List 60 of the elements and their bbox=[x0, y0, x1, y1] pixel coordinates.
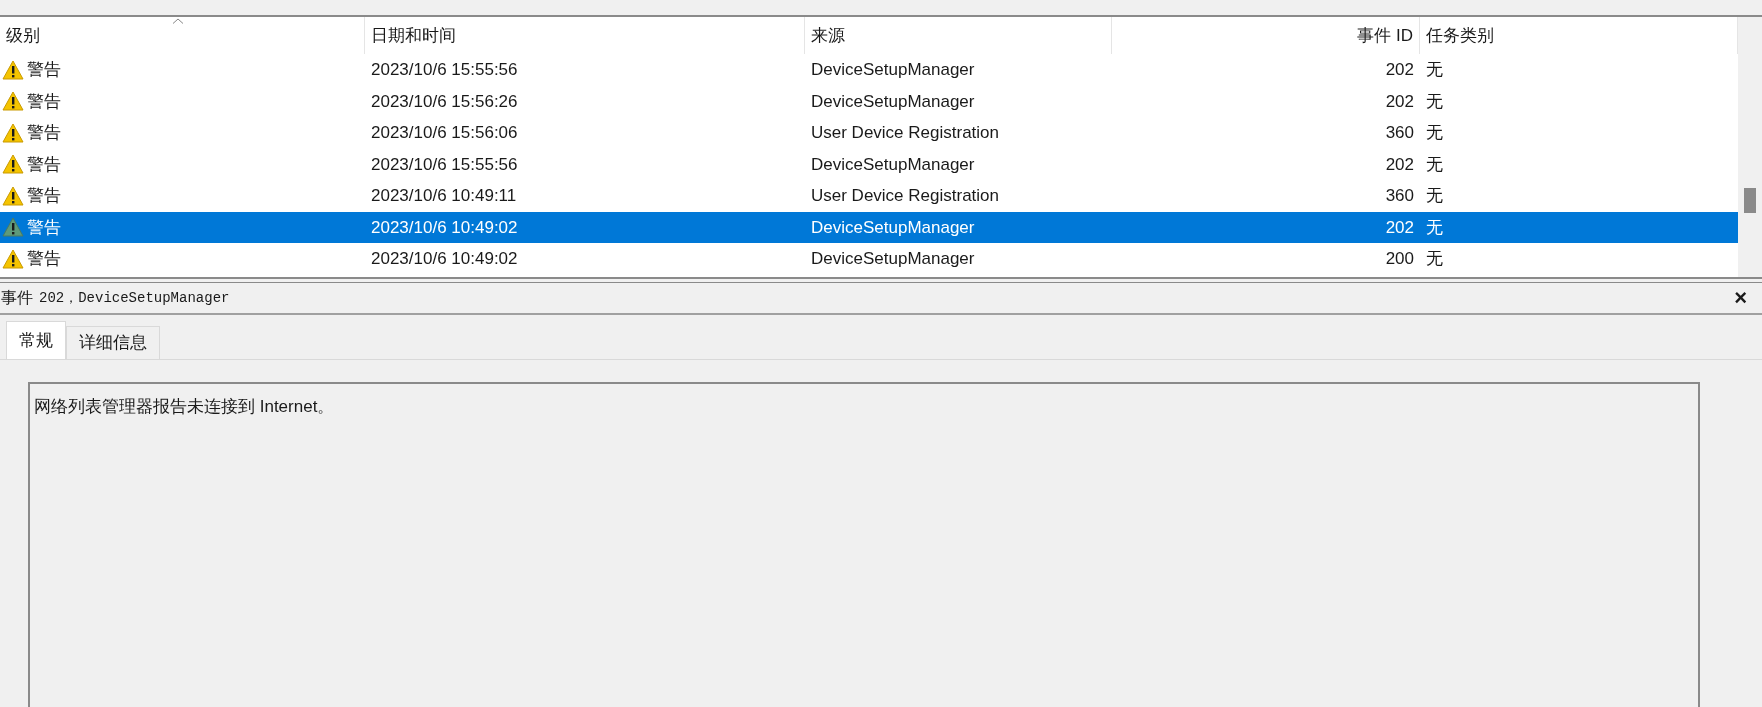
table-cell-text: 360 bbox=[1384, 122, 1415, 144]
table-cell-text: DeviceSetupManager bbox=[810, 248, 976, 270]
table-cell-text: 无 bbox=[1425, 90, 1444, 113]
table-cell: 警告 bbox=[0, 54, 365, 86]
table-cell-text: 无 bbox=[1425, 185, 1444, 207]
table-row[interactable]: 警告 2023/10/6 10:49:02 DeviceSetupManager 202 无 bbox=[0, 211, 1738, 243]
table-cell-text: 无 bbox=[1425, 122, 1444, 144]
warning-icon bbox=[2, 91, 24, 112]
table-cell-text: 无 bbox=[1425, 216, 1444, 239]
table-cell-text: 202 bbox=[1384, 153, 1415, 176]
column-header[interactable]: 日期和时间 bbox=[365, 17, 805, 54]
table-cell-text: 2023/10/6 15:56:06 bbox=[370, 122, 519, 144]
scrollbar-thumb[interactable] bbox=[1744, 188, 1756, 213]
table-cell-text: 200 bbox=[1384, 248, 1415, 270]
tab[interactable]: 常规 bbox=[6, 321, 66, 359]
close-button[interactable]: × bbox=[1734, 287, 1747, 309]
warning-icon bbox=[2, 59, 24, 80]
warning-icon bbox=[2, 217, 24, 238]
table-row[interactable]: 警告 2023/10/6 15:55:56 DeviceSetupManager 202 无 bbox=[0, 148, 1738, 180]
table-cell-text: User Device Registration bbox=[810, 122, 1000, 144]
table-cell: 警告 bbox=[0, 180, 365, 212]
column-header[interactable]: 事件 ID bbox=[1112, 17, 1420, 54]
tab[interactable]: 详细信息 bbox=[66, 326, 160, 359]
table-cell-text: User Device Registration bbox=[810, 185, 1000, 207]
warning-icon bbox=[2, 248, 24, 269]
table-row[interactable]: 警告 2023/10/6 10:49:02 DeviceSetupManager 200 无 bbox=[0, 243, 1738, 275]
table-cell: 警告 bbox=[0, 85, 365, 117]
warning-icon bbox=[2, 185, 24, 206]
event-title-value: 202，DeviceSetupManager bbox=[39, 288, 230, 308]
table-cell-text: 202 bbox=[1384, 216, 1415, 239]
table-cell-text: 2023/10/6 10:49:02 bbox=[370, 248, 519, 270]
column-header[interactable]: 级别 bbox=[0, 17, 365, 54]
table-cell: 警告 bbox=[0, 211, 365, 243]
table-row[interactable]: 警告 2023/10/6 10:49:11 User Device Registration 360 无 bbox=[0, 180, 1738, 212]
table-cell-text: 2023/10/6 15:55:56 bbox=[370, 153, 519, 176]
table-cell-text: 202 bbox=[1384, 90, 1415, 113]
table-cell-text: DeviceSetupManager bbox=[810, 216, 976, 239]
table-cell-text: 无 bbox=[1425, 153, 1444, 176]
event-title-label: 事件 bbox=[1, 288, 33, 308]
table-row[interactable]: 警告 2023/10/6 15:56:26 DeviceSetupManager 202 无 bbox=[0, 85, 1738, 117]
table-row[interactable]: 警告 2023/10/6 15:55:56 DeviceSetupManager 202 无 bbox=[0, 54, 1738, 86]
table-cell-text: 2023/10/6 10:49:11 bbox=[370, 185, 518, 207]
table-cell-text: 无 bbox=[1425, 248, 1444, 270]
table-cell-text: DeviceSetupManager bbox=[810, 90, 976, 113]
table-cell-text: 2023/10/6 15:56:26 bbox=[370, 90, 519, 113]
event-message: 网络列表管理器报告未连接到 Internet。 bbox=[34, 396, 336, 418]
table-row[interactable]: 警告 2023/10/6 15:56:06 User Device Registration 360 无 bbox=[0, 117, 1738, 149]
table-cell-text: 2023/10/6 15:55:56 bbox=[370, 59, 519, 81]
table-cell-text: DeviceSetupManager bbox=[810, 59, 976, 81]
table-cell-text: 无 bbox=[1425, 59, 1444, 81]
table-cell: 警告 bbox=[0, 117, 365, 149]
warning-icon bbox=[2, 154, 24, 175]
table-cell-text: DeviceSetupManager bbox=[810, 153, 976, 176]
table-cell: 警告 bbox=[0, 243, 365, 275]
table-cell-text: 2023/10/6 10:49:02 bbox=[370, 216, 519, 239]
table-cell-text: 202 bbox=[1384, 59, 1415, 81]
warning-icon bbox=[2, 122, 24, 143]
table-cell-text: 360 bbox=[1384, 185, 1415, 207]
table-cell: 警告 bbox=[0, 148, 365, 180]
column-header[interactable]: 来源 bbox=[805, 17, 1112, 54]
